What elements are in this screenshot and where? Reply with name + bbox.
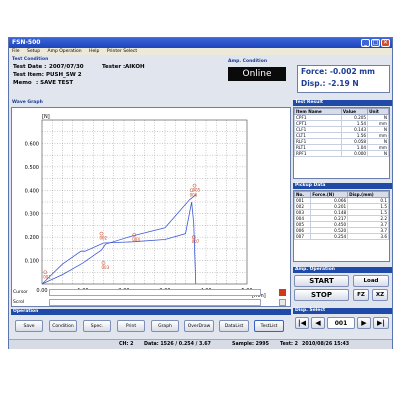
test-result-row[interactable]: RPF1 0.000 N [294, 150, 389, 157]
xz-button[interactable]: XZ [372, 289, 388, 301]
menu-amp-operation[interactable]: Amp Operation [48, 49, 82, 54]
test-date-value: 2007/07/30 [49, 64, 84, 70]
first-icon[interactable]: |◀ [295, 317, 309, 329]
fz-button[interactable]: FZ [353, 289, 369, 301]
menu-printer-select[interactable]: Printer Select [107, 49, 137, 54]
overdraw-button[interactable]: OverDraw [184, 320, 214, 332]
y-tick-label: 0.200 [25, 235, 39, 241]
status-test: Test: 2 [280, 342, 298, 347]
amp-condition-header: Amp. Condition [228, 59, 268, 64]
y-axis-label: [N] [42, 114, 50, 120]
test-result-cell: 0.000 [340, 150, 369, 157]
test-item-label: Test Item: [13, 72, 44, 78]
online-status: Online [228, 67, 286, 81]
start-button[interactable]: START [294, 275, 349, 287]
maximize-button[interactable]: □ [371, 39, 380, 47]
test-result-cell: RPF1 [294, 150, 342, 157]
y-tick-label: 0.400 [25, 188, 39, 194]
test-item-value: PUSH_SW 2 [46, 72, 82, 78]
app-window: FSN-500 _ □ ✕ File Setup Amp Operation H… [8, 37, 393, 349]
pickup-marker-label: 006 [190, 192, 198, 197]
status-sample: Sample: 2995 [232, 342, 269, 347]
y-tick-label: 0.600 [25, 141, 39, 147]
menu-help[interactable]: Help [89, 49, 99, 54]
print-button[interactable]: Print [117, 320, 145, 332]
scroll-marker-icon [279, 299, 286, 306]
last-icon[interactable]: ▶| [373, 317, 389, 329]
wave-chart: [N] [mm] 0.001.002.003.004.005.000.1000.… [25, 114, 266, 299]
chart-grid [41, 119, 248, 285]
prev-icon[interactable]: ◀ [311, 317, 325, 329]
scroll-label: Scrol [13, 300, 25, 305]
force-value: -0.002 mm [329, 67, 375, 76]
y-tick-label: 0.300 [25, 212, 39, 218]
tester-label: Tester : [102, 64, 126, 70]
status-datetime: 2010/08/26 15:43 [302, 342, 350, 347]
pickup-data-header: Pickup Data [293, 183, 392, 189]
condition-button[interactable]: Condition [49, 320, 77, 332]
pickup-marker-label: 007 [192, 239, 200, 244]
cursor-label: Cursor [13, 290, 28, 295]
status-ch: CH: 2 [119, 342, 134, 347]
minimize-button[interactable]: _ [361, 39, 370, 47]
disp-select-header: Disp. Select [293, 308, 392, 314]
tester-value: AIKOH [125, 64, 145, 70]
window-title: FSN-500 [12, 39, 41, 46]
x-tick-label: 0.00 [36, 288, 47, 294]
test-result-table: Item Name Value Unit CPF1 0.205 N CPT1 1.54 mm C… [293, 107, 390, 179]
cursor-marker-icon [279, 289, 286, 296]
disp-label: Disp.: [301, 79, 326, 88]
save-button[interactable]: Save [15, 320, 43, 332]
memo-label: Memo [13, 80, 32, 86]
test-condition-header: Test Condition [12, 57, 49, 62]
disp-select-value[interactable]: 001 [327, 317, 355, 329]
datalist-button[interactable]: DataList [219, 320, 249, 332]
pickup-marker-label: 003 [102, 265, 110, 270]
disp-value: -2.19 N [328, 79, 359, 88]
test-date-label: Test Date : [13, 64, 47, 70]
pickup-marker-label: 001 [43, 274, 51, 279]
pickup-data-cell: 0.254 [310, 233, 349, 240]
next-icon[interactable]: ▶ [357, 317, 371, 329]
testlist-button[interactable]: TestList [254, 320, 284, 332]
menu-file[interactable]: File [12, 49, 20, 54]
pickup-data-row[interactable]: 007 0.254 3.6 [293, 233, 389, 240]
pickup-marker-label: 004 [132, 237, 140, 242]
pickup-data-cell: 3.6 [347, 233, 389, 240]
y-tick-label: 0.500 [25, 165, 39, 171]
scroll-scrollbar[interactable] [49, 299, 261, 306]
operation-header: Operation [11, 309, 291, 315]
pickup-data-cell: 007 [293, 233, 312, 240]
status-bar: CH: 2 Data: 1526 / 0.254 / 3.67 Sample: … [9, 339, 392, 349]
menu-setup[interactable]: Setup [27, 49, 40, 54]
wave-graph-panel: [N] [mm] 0.001.002.003.004.005.000.1000.… [11, 107, 291, 307]
title-bar: FSN-500 _ □ ✕ [9, 38, 392, 48]
force-readout: Force: -0.002 mm Disp.: -2.19 N [297, 65, 390, 93]
y-tick-label: 0.100 [25, 259, 39, 265]
test-result-cell: N [367, 150, 389, 157]
load-button[interactable]: Load [353, 275, 389, 287]
test-result-header: Test Result [293, 100, 392, 106]
menu-bar: File Setup Amp Operation Help Printer Se… [9, 48, 392, 55]
pickup-data-table: No. Force.(N) Disp.(mm) 001 0.066 0.1 002 0.20… [293, 190, 390, 262]
spec-button[interactable]: Spec. [83, 320, 111, 332]
memo-value: : SAVE TEST [36, 80, 74, 86]
stop-button[interactable]: STOP [294, 289, 349, 301]
cursor-scrollbar[interactable] [49, 289, 261, 296]
graph-button[interactable]: Graph [151, 320, 179, 332]
amp-operation-header: Amp. Operation [293, 267, 392, 273]
force-label: Force: [301, 67, 328, 76]
close-button[interactable]: ✕ [381, 39, 390, 47]
wave-graph-header: Wave Graph [12, 100, 43, 105]
pickup-marker-label: 002 [99, 236, 107, 241]
status-data: Data: 1526 / 0.254 / 3.67 [144, 342, 211, 347]
